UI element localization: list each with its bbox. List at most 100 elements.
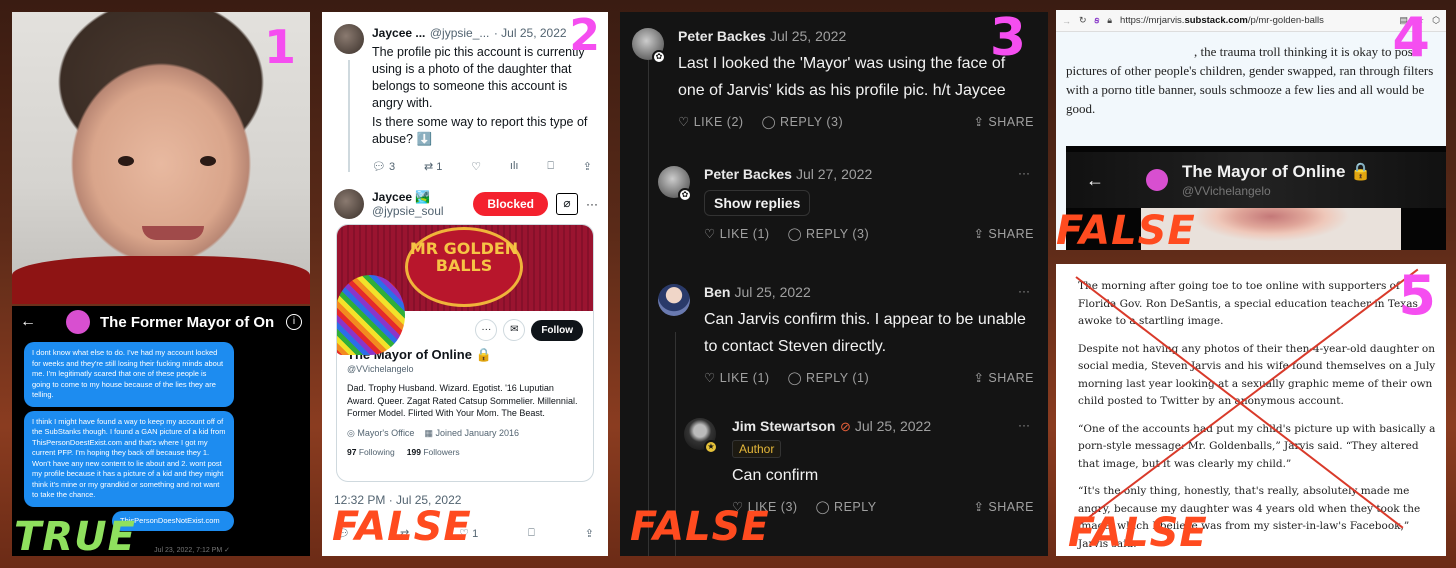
- profile-card[interactable]: MR GOLDEN BALLS ··· ✉ Follow The Mayor o…: [336, 224, 594, 482]
- like-label: LIKE (1): [719, 227, 770, 241]
- profile-avatar: [337, 275, 405, 355]
- followers-link[interactable]: 199 Followers: [407, 447, 460, 457]
- profile-handle: @VVichelangelo: [347, 364, 414, 374]
- article-paragraph: , the trauma troll thinking it is okay t…: [1066, 44, 1434, 116]
- more-options-icon[interactable]: ···: [1018, 166, 1030, 180]
- avatar: [1146, 169, 1168, 191]
- share-icon: ⇪: [973, 115, 985, 129]
- eye: [118, 156, 134, 166]
- like-label: LIKE (2): [693, 115, 744, 129]
- following-link[interactable]: 97 Following: [347, 447, 395, 457]
- shirt: [12, 256, 310, 304]
- profile-name: The Mayor of Online 🔒: [1182, 162, 1372, 181]
- star-badge-icon: ★: [704, 440, 718, 454]
- comment-date[interactable]: Jul 25, 2022: [770, 28, 846, 44]
- more-options-icon[interactable]: ···: [1018, 284, 1030, 298]
- forward-icon[interactable]: →: [1062, 16, 1071, 26]
- reply-button[interactable]: ◯ REPLY (3): [762, 114, 844, 129]
- arrow-left-icon[interactable]: ←: [20, 313, 36, 331]
- reply-label: REPLY (3): [780, 115, 844, 129]
- heart-icon: ♡: [704, 371, 716, 385]
- substack-article-browser: → ↻ ꞩ 🔒︎ https://mrjarvis.substack.com/p…: [1056, 10, 1446, 250]
- dm-timestamp: Jul 23, 2022, 7:12 PM ✓: [154, 547, 230, 554]
- blocked-button[interactable]: Blocked: [473, 192, 548, 216]
- share-button[interactable]: ⇪ SHARE: [973, 370, 1034, 385]
- tweet-date[interactable]: · Jul 25, 2022: [494, 26, 567, 40]
- author-tag: Author: [732, 440, 782, 458]
- views-button[interactable]: ılı: [510, 160, 519, 173]
- like-button[interactable]: ♡ LIKE (1): [704, 226, 770, 241]
- comment: ✿ Peter Backes Jul 25, 2022 Last I looked…: [632, 28, 1034, 129]
- panel-number-4: 4: [1392, 10, 1430, 69]
- followers-count: 199: [406, 446, 421, 457]
- avatar[interactable]: [658, 284, 690, 316]
- share-label: SHARE: [988, 371, 1034, 385]
- info-icon[interactable]: i: [286, 314, 302, 330]
- reply-author-handle[interactable]: @jypsie_soul: [372, 204, 465, 218]
- more-options-icon[interactable]: ···: [1018, 418, 1030, 432]
- reply-button[interactable]: ◯ REPLY: [816, 499, 877, 514]
- avatar: [66, 310, 90, 334]
- like-button[interactable]: ♡: [471, 160, 481, 173]
- comment-text: Last I looked the 'Mayor' was using the …: [678, 55, 1006, 99]
- extension-icon[interactable]: ꞩ: [1095, 15, 1100, 26]
- reply-button[interactable]: 💬︎ 3: [372, 160, 395, 173]
- like-button[interactable]: ♡ LIKE (1): [704, 370, 770, 385]
- more-button[interactable]: ···: [586, 197, 598, 211]
- reload-icon[interactable]: ↻: [1079, 15, 1087, 26]
- avatar[interactable]: [334, 189, 364, 219]
- retweet-button[interactable]: ⇄ 1: [424, 160, 442, 173]
- comment-date[interactable]: Jul 25, 2022: [734, 284, 810, 300]
- following-count: 97: [347, 446, 357, 457]
- url-prefix: https://mrjarvis.: [1120, 15, 1185, 26]
- comment: ··· Ben Jul 25, 2022 Can Jarvis confirm t…: [658, 284, 1034, 385]
- verdict-false: FALSE: [332, 504, 472, 550]
- reply-count: 3: [389, 161, 396, 173]
- tweet-author-name[interactable]: Jaycee ...: [372, 26, 425, 40]
- profile-joined: Joined January 2016: [435, 427, 520, 438]
- tweet-author-handle[interactable]: @jypsie_...: [430, 26, 490, 40]
- comment-author[interactable]: Peter Backes: [678, 28, 766, 44]
- more-button[interactable]: ···: [475, 319, 498, 341]
- comment-author[interactable]: Peter Backes: [704, 166, 792, 182]
- profile-location: Mayor's Office: [357, 427, 415, 438]
- article-text: , the trauma troll thinking it is okay t…: [1056, 32, 1446, 118]
- share-button[interactable]: ⇪ SHARE: [973, 114, 1034, 129]
- share-button[interactable]: ⇪: [583, 160, 592, 173]
- avatar[interactable]: [334, 24, 364, 54]
- reply-label: REPLY: [834, 500, 877, 514]
- like-button[interactable]: ♡ LIKE (2): [678, 114, 744, 129]
- comment-author[interactable]: Ben: [704, 284, 730, 300]
- share-button[interactable]: ⇪ SHARE: [973, 226, 1034, 241]
- reply-button[interactable]: ◯ REPLY (3): [788, 226, 870, 241]
- followers-label: Followers: [423, 446, 460, 457]
- profile-bio: Dad. Trophy Husband. Wizard. Egotist. '1…: [347, 383, 578, 418]
- show-replies-button[interactable]: Show replies: [704, 190, 811, 216]
- comment-date[interactable]: Jul 25, 2022: [855, 418, 931, 434]
- message-icon[interactable]: ✉: [503, 319, 526, 341]
- follow-button[interactable]: Follow: [531, 319, 583, 341]
- comment-icon: ◯: [815, 500, 831, 514]
- share-button[interactable]: ⇪ SHARE: [973, 499, 1034, 514]
- heart-icon: ♡: [678, 115, 690, 129]
- comment: ✿ ··· Peter Backes Jul 27, 2022 Show repl…: [658, 166, 1034, 241]
- dm-title: The Former Mayor of On: [100, 313, 275, 331]
- comment-actions: ♡ LIKE (1) ◯ REPLY (3) ⇪ SHARE: [704, 226, 1034, 241]
- url-field[interactable]: https://mrjarvis.substack.com/p/mr-golde…: [1120, 15, 1324, 26]
- share-icon[interactable]: ⇪: [585, 527, 594, 540]
- comment-date[interactable]: Jul 27, 2022: [796, 166, 872, 182]
- bookmark-icon[interactable]: ⎕: [528, 527, 535, 540]
- tweet-text: Is there some way to report this type of…: [372, 115, 588, 146]
- reply-label: REPLY (1): [806, 371, 870, 385]
- comment-author[interactable]: Jim Stewartson: [732, 418, 835, 434]
- tweet-text: The profile pic this account is currentl…: [372, 45, 585, 110]
- bookmark-button[interactable]: ⎕: [547, 160, 554, 173]
- grok-icon[interactable]: ⌀: [556, 193, 578, 215]
- shield-icon[interactable]: ⬡: [1432, 15, 1440, 26]
- reply-button[interactable]: ◯ REPLY (1): [788, 370, 870, 385]
- mouth: [142, 226, 204, 240]
- calendar-icon: ▦: [424, 427, 433, 438]
- arrow-left-icon[interactable]: ←: [1086, 170, 1104, 191]
- reply-author-name[interactable]: Jaycee 🏞️: [372, 190, 465, 204]
- location-icon: ◎: [347, 427, 355, 438]
